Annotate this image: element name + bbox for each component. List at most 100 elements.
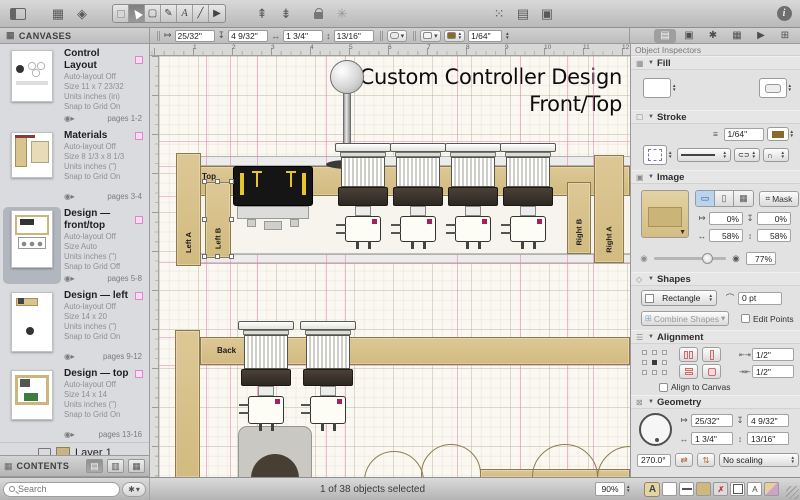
style-swatch-fill-white[interactable]: [662, 482, 677, 496]
tool-shape[interactable]: ▢: [145, 5, 161, 22]
tool-line[interactable]: ╱: [193, 5, 209, 22]
layers-button[interactable]: ◈: [70, 4, 94, 24]
v-spacing-field[interactable]: 1/2": [752, 365, 794, 378]
image-stretch-button[interactable]: ▯: [715, 191, 734, 206]
wood-post-left-a[interactable]: Left A: [176, 153, 201, 266]
diagram-layout-button[interactable]: ⁙: [487, 4, 511, 24]
search-input[interactable]: [18, 484, 114, 494]
canvas-color-tag[interactable]: [135, 292, 143, 300]
lock-button[interactable]: [306, 4, 330, 24]
canvas-item[interactable]: Design — left Auto-layout OffSize 14 x 2…: [0, 286, 149, 364]
canvas-thumbnail-cell[interactable]: [3, 129, 61, 202]
rotation-field[interactable]: 270.0°: [637, 454, 671, 467]
canvas-item[interactable]: Design — top Auto-layout OffSize 14 x 14…: [0, 364, 149, 442]
guide-line-horizontal[interactable]: [159, 262, 630, 263]
hierarchy-button[interactable]: ▤: [511, 4, 535, 24]
canvas-item[interactable]: Materials Auto-layout OffSize 8 1/3 x 8 …: [0, 126, 149, 204]
image-offset-x-field[interactable]: 0%: [709, 212, 743, 225]
mask-button[interactable]: ⌗Mask: [759, 191, 799, 207]
stroke-width-field[interactable]: 1/64": [468, 30, 502, 42]
stroke-width-field[interactable]: 1/64": [724, 128, 764, 141]
y-position-field[interactable]: 4 9/32": [228, 30, 268, 42]
style-swatch-text[interactable]: A: [747, 482, 762, 496]
align-vertical-button[interactable]: [679, 364, 698, 379]
canvas-color-tag[interactable]: [135, 216, 143, 224]
selection-handle[interactable]: [202, 217, 207, 222]
tab-presentation-inspector[interactable]: ▶: [750, 29, 772, 43]
canvas-thumbnail-cell[interactable]: [3, 47, 61, 124]
canvas-visibility-icon[interactable]: ◉▸: [64, 430, 75, 439]
combine-shapes-button[interactable]: ⊞ Combine Shapes▾: [641, 311, 729, 326]
image-opacity-field[interactable]: 77%: [746, 252, 776, 265]
tool-action[interactable]: ▶: [209, 5, 225, 22]
zoom-level-field[interactable]: 90%: [595, 482, 625, 496]
edit-points-checkbox[interactable]: Edit Points: [741, 314, 794, 324]
image-section-header[interactable]: ▣ ▼ Image: [631, 170, 800, 184]
style-swatch-no-shadow[interactable]: ✗: [713, 482, 728, 496]
layer-row[interactable]: Layer 1: [0, 442, 149, 455]
corner-radius-field[interactable]: 0 pt: [738, 292, 782, 305]
arcade-button-top[interactable]: [303, 321, 353, 439]
alignment-anchor-grid[interactable]: [641, 349, 669, 377]
button-hole-circle[interactable]: [597, 446, 630, 477]
tool-text[interactable]: A: [177, 5, 193, 22]
send-backward-button[interactable]: ⇟: [274, 4, 298, 24]
x-position-field[interactable]: 25/32": [175, 30, 215, 42]
canvas-visibility-icon[interactable]: ◉▸: [64, 114, 75, 123]
tab-style-inspector[interactable]: ▤: [654, 29, 676, 43]
flip-horizontal-button[interactable]: ⇄: [675, 453, 693, 467]
selection-handle[interactable]: [229, 217, 234, 222]
guide-line-vertical[interactable]: [457, 56, 458, 477]
image-scale-y-field[interactable]: 58%: [757, 229, 791, 242]
canvas-thumbnail-cell[interactable]: [3, 289, 61, 362]
drawing-canvas[interactable]: Custom Controller Design Front/Top Left …: [159, 56, 630, 477]
layer-visibility-icon[interactable]: [38, 448, 51, 455]
opacity-slider-knob[interactable]: [702, 253, 713, 264]
flip-vertical-button[interactable]: ⇅: [697, 453, 715, 467]
fill-type-dropdown[interactable]: ▲▼: [643, 78, 676, 98]
image-offset-y-field[interactable]: 0%: [757, 212, 791, 225]
stroke-color-dropdown[interactable]: ▲▼: [767, 127, 794, 141]
canvas-color-tag[interactable]: [135, 132, 143, 140]
canvas-color-tag[interactable]: [135, 56, 143, 64]
canvas-item[interactable]: Design — front/top Auto-layout OffSize A…: [0, 204, 149, 286]
search-input-box[interactable]: [3, 482, 120, 497]
selection-handle[interactable]: [229, 179, 234, 184]
tool-pen[interactable]: ✎: [161, 5, 177, 22]
guide-line-horizontal[interactable]: [159, 141, 630, 142]
image-natural-size-button[interactable]: ▭: [696, 191, 715, 206]
canvas-visibility-icon[interactable]: ◉▸: [64, 274, 75, 283]
wood-post-left-b-selected[interactable]: Left B: [205, 182, 231, 258]
search-options-button[interactable]: ✱▾: [122, 482, 146, 497]
arcade-button-front[interactable]: [503, 143, 553, 253]
button-hole-circle[interactable]: [532, 444, 598, 477]
view-compact-button[interactable]: ▥: [107, 459, 124, 473]
guide-line-vertical[interactable]: [206, 56, 207, 477]
corner-style-dropdown[interactable]: ∩▲▼: [763, 148, 789, 162]
top-view-left-post[interactable]: [175, 330, 200, 477]
selection-handle[interactable]: [215, 254, 220, 259]
view-grid-button[interactable]: ▦: [128, 459, 145, 473]
line-ends-dropdown[interactable]: ⊂⊃▲▼: [734, 148, 760, 162]
tab-grid-inspector[interactable]: ⊞: [774, 29, 796, 43]
stroke-sides-dropdown[interactable]: ▲▼: [643, 145, 672, 165]
tool-style-swatch[interactable]: [113, 5, 129, 22]
canvas-item[interactable]: Control Layout Auto-layout OffSize 11 x …: [0, 44, 149, 126]
canvas-visibility-icon[interactable]: ◉▸: [64, 192, 75, 201]
geometry-h-field[interactable]: 13/16": [747, 432, 789, 445]
shape-picker-dropdown[interactable]: Rectangle ▲▼: [641, 290, 717, 306]
toggle-sidebar-button[interactable]: [6, 4, 30, 24]
rotation-dial[interactable]: [639, 413, 672, 446]
image-scale-x-field[interactable]: 58%: [709, 229, 743, 242]
selection-handle[interactable]: [229, 254, 234, 259]
joystick-base[interactable]: [233, 166, 313, 206]
guide-line-vertical[interactable]: [593, 56, 594, 477]
tool-selection[interactable]: [129, 5, 145, 22]
fill-section-header[interactable]: ▦ ▼ Fill: [631, 56, 800, 70]
arcade-button-front[interactable]: [393, 143, 443, 253]
guide-line-vertical[interactable]: [567, 56, 568, 477]
tab-canvas-inspector[interactable]: ✱: [702, 29, 724, 43]
guide-line-horizontal[interactable]: [159, 365, 630, 366]
stroke-width-stepper[interactable]: ▲▼: [505, 32, 509, 40]
geometry-section-header[interactable]: ⊠ ▼ Geometry: [631, 395, 800, 409]
